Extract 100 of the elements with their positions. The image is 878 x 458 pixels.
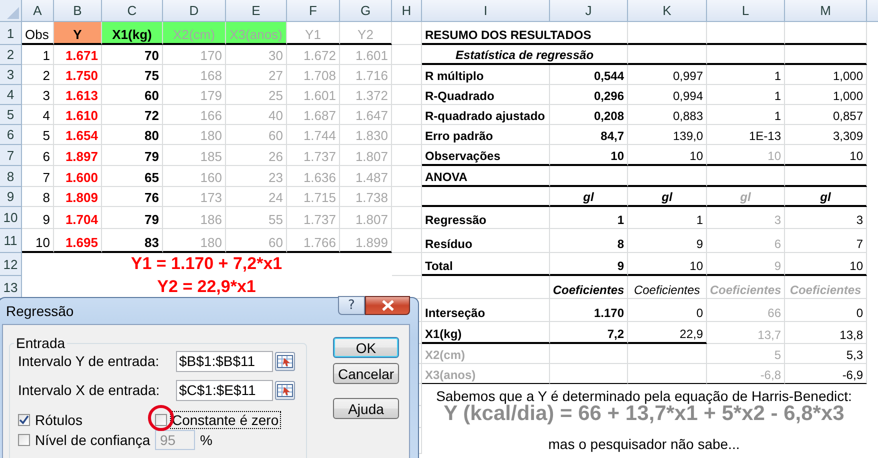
table-cell: 1.654 bbox=[54, 125, 102, 145]
table-cell: 1.737 bbox=[287, 145, 340, 166]
table-cell: 1.671 bbox=[54, 45, 102, 65]
table-cell: 13,8 bbox=[785, 322, 867, 344]
column-header[interactable]: F bbox=[287, 0, 340, 22]
column-title: Y1 bbox=[287, 22, 340, 45]
table-cell: 0,208 bbox=[550, 105, 628, 125]
table-cell: 1.807 bbox=[340, 145, 392, 166]
row-header[interactable]: 3 bbox=[0, 65, 22, 85]
column-header[interactable]: H bbox=[392, 0, 422, 22]
range-picker-button[interactable] bbox=[275, 352, 295, 370]
dialog-button[interactable]: OK bbox=[333, 337, 399, 358]
table-cell: 3 bbox=[785, 207, 867, 229]
column-header[interactable]: I bbox=[422, 0, 550, 22]
row-header[interactable]: 6 bbox=[0, 125, 22, 145]
table-cell: 166 bbox=[163, 105, 226, 125]
checkbox-label[interactable]: Nível de confiança bbox=[34, 432, 152, 448]
table-cell: 79 bbox=[102, 145, 163, 166]
range-field[interactable]: $B$1:$B$11 bbox=[176, 350, 273, 372]
row-label: X1(kg) bbox=[422, 322, 550, 344]
table-cell: 1.610 bbox=[54, 105, 102, 125]
row-header[interactable]: 7 bbox=[0, 145, 22, 166]
table-cell: 1.695 bbox=[54, 229, 102, 253]
row-header[interactable]: 10 bbox=[0, 207, 22, 229]
row-header[interactable]: 4 bbox=[0, 85, 22, 105]
table-cell: 170 bbox=[163, 45, 226, 65]
row-header[interactable]: 5 bbox=[0, 105, 22, 125]
table-cell: 1.600 bbox=[54, 166, 102, 187]
table-cell: 3,309 bbox=[785, 125, 867, 145]
checkbox-label[interactable]: Constante é zero bbox=[171, 412, 280, 428]
help-button[interactable]: ? bbox=[338, 296, 365, 314]
column-header[interactable]: K bbox=[628, 0, 707, 22]
header-strip bbox=[867, 0, 878, 22]
column-header[interactable]: C bbox=[102, 0, 163, 22]
column-header[interactable]: M bbox=[785, 0, 867, 22]
table-cell: 70 bbox=[102, 45, 163, 65]
row-header[interactable]: 9 bbox=[0, 187, 22, 207]
table-cell: 1.899 bbox=[340, 229, 392, 253]
column-header[interactable]: E bbox=[226, 0, 287, 22]
table-cell: 1,000 bbox=[785, 85, 867, 105]
checkbox[interactable] bbox=[18, 414, 30, 426]
table-cell: 1.708 bbox=[287, 65, 340, 85]
row-label: R-quadrado ajustado bbox=[422, 105, 550, 125]
row-label: Observações bbox=[422, 145, 550, 166]
table-cell: 80 bbox=[102, 125, 163, 145]
table-cell: 1.601 bbox=[340, 45, 392, 65]
row-header[interactable]: 12 bbox=[0, 253, 22, 276]
column-header[interactable]: A bbox=[22, 0, 54, 22]
dialog-title: Regressão bbox=[6, 303, 75, 319]
dialog-button[interactable]: Ajuda bbox=[333, 398, 399, 419]
row-label: R-Quadrado bbox=[422, 85, 550, 105]
table-cell: 55 bbox=[226, 207, 287, 229]
table-cell: 72 bbox=[102, 105, 163, 125]
range-picker-button[interactable] bbox=[275, 380, 295, 400]
table-cell: 27 bbox=[226, 65, 287, 85]
table-cell: 7,2 bbox=[550, 322, 628, 344]
column-title: gl bbox=[550, 187, 628, 207]
checkbox-label[interactable]: Rótulos bbox=[34, 412, 84, 428]
column-header[interactable]: J bbox=[550, 0, 628, 22]
row-header[interactable]: 1 bbox=[0, 22, 22, 45]
table-cell: 0,857 bbox=[785, 105, 867, 125]
range-field[interactable]: $C$1:$E$11 bbox=[176, 380, 273, 400]
table-cell: 1.613 bbox=[54, 85, 102, 105]
table-cell: 1.647 bbox=[340, 105, 392, 125]
table-cell: 66 bbox=[707, 299, 785, 322]
checkbox[interactable] bbox=[18, 434, 30, 446]
table-cell: 6 bbox=[22, 145, 54, 166]
table-cell: 9 bbox=[628, 229, 707, 253]
column-header[interactable]: D bbox=[163, 0, 226, 22]
column-title: Coeficientes bbox=[550, 276, 628, 299]
checkbox[interactable] bbox=[155, 414, 167, 426]
table-cell: 1E-13 bbox=[707, 125, 785, 145]
table-cell: 83 bbox=[102, 229, 163, 253]
table-cell: 1.807 bbox=[340, 207, 392, 229]
table-cell: 0,544 bbox=[550, 65, 628, 85]
column-header[interactable]: B bbox=[54, 0, 102, 22]
column-header[interactable]: G bbox=[340, 0, 392, 22]
table-cell: 1.487 bbox=[340, 166, 392, 187]
table-cell: 1.766 bbox=[287, 229, 340, 253]
row-label: Resíduo bbox=[422, 229, 550, 253]
row-header[interactable]: 2 bbox=[0, 45, 22, 65]
table-cell: 1.830 bbox=[340, 125, 392, 145]
table-cell: 160 bbox=[163, 166, 226, 187]
table-cell: 40 bbox=[226, 105, 287, 125]
row-header[interactable]: 13 bbox=[0, 276, 22, 299]
table-cell: 10 bbox=[550, 145, 628, 166]
dialog-button[interactable]: Cancelar bbox=[333, 363, 399, 384]
table-cell: 1 bbox=[707, 85, 785, 105]
table-cell: 75 bbox=[102, 65, 163, 85]
column-header[interactable]: L bbox=[707, 0, 785, 22]
check-icon bbox=[19, 415, 29, 425]
close-button[interactable] bbox=[365, 296, 410, 314]
table-cell: 0,883 bbox=[628, 105, 707, 125]
table-cell: 10 bbox=[785, 145, 867, 166]
table-cell: -6,8 bbox=[707, 364, 785, 384]
row-header[interactable]: 8 bbox=[0, 166, 22, 187]
table-cell: 173 bbox=[163, 187, 226, 207]
column-title: Coeficientes bbox=[628, 276, 707, 299]
row-header[interactable]: 11 bbox=[0, 229, 22, 253]
row-label: Interseção bbox=[422, 299, 550, 322]
